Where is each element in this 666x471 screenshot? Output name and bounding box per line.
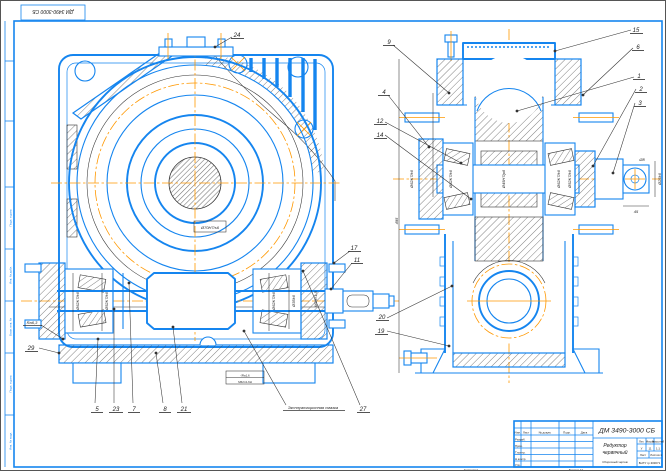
worm-wheel [469,55,549,343]
callout-6: 6 [582,45,644,96]
svg-text:Лист: Лист [523,431,530,435]
svg-text:Пров.: Пров. [515,444,523,448]
svg-text:Утв.: Утв. [515,463,521,467]
svg-text:Ø8: Ø8 [638,157,645,162]
doc-type: Сборочный чертеж [602,460,628,464]
flange-boss [229,55,313,138]
svg-text:№ докум.: № докум. [539,431,552,435]
front-view: Ø70H7/s6 Ø62K7/k6 Ø52K7/k6 Ø62K7/k6 Ø35k… [21,33,399,384]
callout-15: 15 [554,28,643,52]
svg-text:Разраб.: Разраб. [515,437,526,441]
title-block-header-row: Изм. Лист № докум. Подп. Дата [514,431,587,435]
callout-29: 29 [25,346,60,354]
bearing-cover-right [575,151,595,207]
housing-post-left [437,59,463,105]
housing-base [59,337,333,383]
svg-text:Ø62K7/k6: Ø62K7/k6 [556,169,561,189]
lit-value: У [641,447,643,451]
svg-text:Ø52K7/k6: Ø52K7/k6 [567,169,572,189]
thread-note-frame: √Ra1,6 M62×2-6H [226,371,264,384]
svg-text:Ø70H7/s6: Ø70H7/s6 [200,225,220,230]
svg-text:45: 45 [634,209,639,214]
left-margin-column: Инв. № подл. Подп. и дата Взам. инв. № И… [5,21,14,467]
designation: ДМ 3490-3000 СБ [598,428,656,435]
mass-value: 11 [648,447,651,451]
svg-text:Дата: Дата [581,431,588,435]
svg-text:√Ra1,6: √Ra1,6 [240,374,250,378]
svg-text:Подп.: Подп. [563,431,571,435]
oil-plug [200,337,216,345]
scale-value: 1:1 [656,447,660,451]
svg-text:Ø62K7/k6: Ø62K7/k6 [271,291,276,311]
margin-label: Инв. № дубл. [9,266,13,284]
drawing-sheet: Инв. № подл. Подп. и дата Взам. инв. № И… [0,0,666,471]
svg-text:Масштаб: Масштаб [652,440,665,444]
wall-section-hatch [73,48,175,119]
title-block: Изм. Лист № докум. Подп. Дата Разраб. Пр… [514,421,665,467]
bolt-hole [75,61,95,81]
doc-name: Редуктор [603,443,627,449]
margin-label: Подп. и дата [9,209,13,226]
foot-right [573,349,599,373]
callout-2: 2 [592,87,647,167]
housing-post-right [555,59,581,105]
svg-text:Ø62K7/k6: Ø62K7/k6 [409,169,414,189]
svg-text:Ra6,3: Ra6,3 [27,320,38,325]
svg-text:M62×2-6H: M62×2-6H [238,380,252,384]
svg-text:Т.контр.: Т.контр. [515,450,526,454]
svg-text:червячный: червячный [602,449,627,456]
svg-text:Лист: Лист [640,453,647,457]
bearing-cover-left [39,263,65,339]
svg-text:Ø62K7/k6: Ø62K7/k6 [75,291,80,311]
margin-label: Инв. № подл. [9,432,13,450]
output-shaft-step [595,159,623,199]
organization: БНТУ гр.303071 [639,461,661,465]
svg-text:Листов: Листов [650,453,660,457]
worm-body [147,273,235,329]
svg-text:Изм.: Изм. [514,431,520,435]
margin-label: Взам. инв. № [9,318,13,336]
corner-stamp: ДМ 3490-3000 СБ [21,5,85,20]
section-view: 495 Ø62K7/k6 Ø52K7/k6 Ø45H7/p6 Ø62K7/k6 … [393,29,662,383]
svg-text:Ø25k6: Ø25k6 [657,172,662,186]
shaft-key-section [343,291,373,311]
wall-hatch [67,125,77,169]
svg-text:495: 495 [394,217,399,224]
svg-text:Ø35k6: Ø35k6 [291,294,296,308]
svg-text:Лит.: Лит. [639,440,645,444]
svg-text:Н.контр.: Н.контр. [515,457,526,461]
filler-cap [159,33,233,59]
shaft-step [325,289,343,313]
bearing-cover-left [419,139,443,219]
svg-text:Ø45H7/p6: Ø45H7/p6 [501,169,506,189]
corner-stamp-text: ДМ 3490-3000 СБ [32,8,75,14]
callout-19: 19 [375,329,450,347]
margin-label: Подп. и дата [9,375,13,392]
svg-text:Эксплуатационная смазка: Эксплуатационная смазка [288,405,339,410]
svg-text:Ø52K7/k6: Ø52K7/k6 [104,291,109,311]
wall-hatch [67,199,77,237]
svg-text:Ø52K7/k6: Ø52K7/k6 [448,169,453,189]
